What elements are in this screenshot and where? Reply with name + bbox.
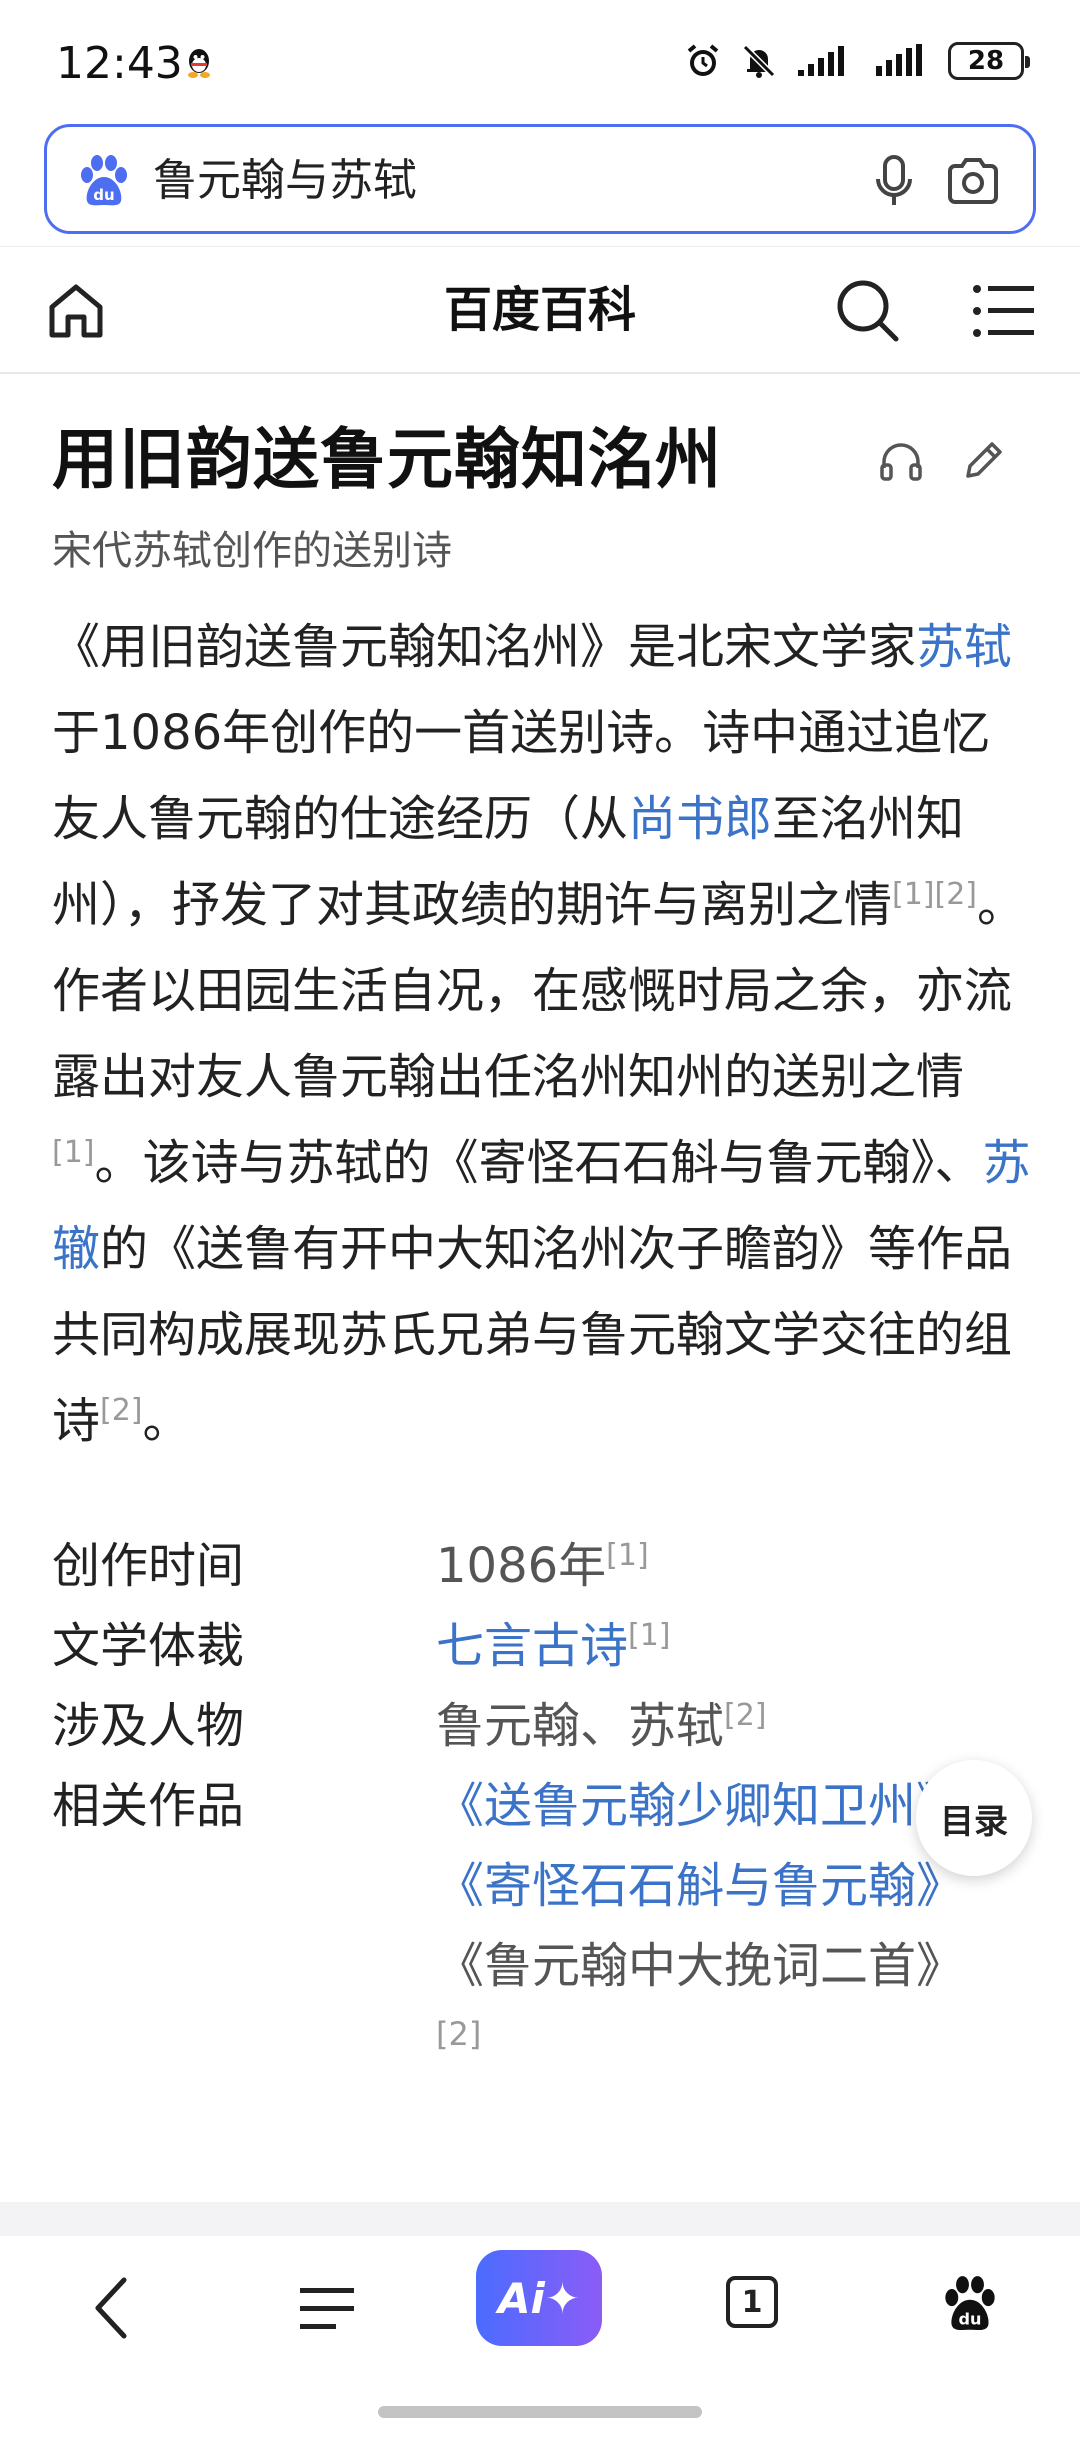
time-value: 1086年 — [436, 1538, 607, 1594]
svg-text:du: du — [93, 186, 114, 204]
signal-icon-2 — [876, 44, 922, 76]
menu-icon[interactable] — [972, 281, 1036, 341]
info-key: 相关作品 — [52, 1778, 245, 1834]
camera-icon[interactable] — [945, 155, 1001, 207]
reference-link[interactable]: [2] — [100, 1393, 143, 1428]
summary-text: 的《送鲁有开中大知洺州次子瞻韵》等作品共同构成展现苏氏兄弟与鲁元翰文学交往的组诗 — [52, 1221, 1013, 1449]
page-title: 百度百科 — [443, 282, 636, 338]
related-work-text: 《鲁元翰中大挽词二首》 — [436, 1938, 965, 1994]
info-key: 涉及人物 — [52, 1698, 245, 1754]
status-icons: 28 — [684, 42, 1030, 80]
qq-icon — [188, 49, 210, 78]
search-input[interactable]: 鲁元翰与苏轼 — [153, 151, 417, 211]
link-sushi[interactable]: 苏轼 — [916, 619, 1012, 675]
reference-link[interactable]: [1] — [52, 1135, 95, 1170]
back-icon[interactable] — [84, 2272, 140, 2344]
baike-header: 百度百科 — [0, 246, 1080, 374]
info-row-works: 相关作品 《送鲁元翰少卿知卫州》 《寄怪石石斛与鲁元翰》 《鲁元翰中大挽词二首》… — [52, 1766, 1037, 2062]
reference-link[interactable]: [2] — [436, 2006, 964, 2062]
related-work-link[interactable]: 《送鲁元翰少卿知卫州》 — [436, 1766, 964, 1846]
svg-text:du: du — [959, 2309, 982, 2328]
baidu-paw-icon: du — [81, 155, 127, 206]
info-value: 鲁元翰、苏轼[2] — [436, 1686, 767, 1766]
title-actions — [878, 438, 1006, 484]
info-value: 1086年[1] — [436, 1526, 649, 1606]
summary-text: 。 — [142, 1393, 191, 1449]
tabs-button[interactable]: 1 — [726, 2276, 778, 2328]
info-row-people: 涉及人物 鲁元翰、苏轼[2] — [52, 1686, 1037, 1766]
related-work-link[interactable]: 《寄怪石石斛与鲁元翰》 — [436, 1846, 964, 1926]
list-icon[interactable] — [298, 2282, 356, 2336]
headphones-icon[interactable] — [878, 438, 924, 484]
info-row-genre: 文学体裁 七言古诗[1] — [52, 1606, 1037, 1686]
people-value: 鲁元翰、苏轼 — [436, 1698, 725, 1754]
reference-link[interactable]: [1] — [606, 1538, 649, 1573]
info-key: 创作时间 — [52, 1538, 245, 1594]
status-bar: 12:43 28 — [0, 0, 1080, 120]
home-indicator[interactable] — [378, 2406, 702, 2418]
toc-button[interactable]: 目录 — [916, 1760, 1032, 1876]
reference-link[interactable]: [2] — [724, 1698, 767, 1733]
entry-content: 用旧韵送鲁元翰知洺州 宋代苏轼创作的送别诗 《用旧韵送鲁元翰知洺州》是北宋文学家… — [52, 410, 1042, 2062]
reference-link[interactable]: [1] — [628, 1618, 671, 1653]
search-bar[interactable]: du 鲁元翰与苏轼 — [44, 124, 1036, 234]
signal-icon-1 — [798, 46, 844, 76]
info-table: 创作时间 1086年[1] 文学体裁 七言古诗[1] 涉及人物 鲁元翰、苏轼[2… — [52, 1526, 1037, 2062]
entry-summary: 《用旧韵送鲁元翰知洺州》是北宋文学家苏轼于1086年创作的一首送别诗。诗中通过追… — [52, 604, 1037, 1464]
related-works-list: 《送鲁元翰少卿知卫州》 《寄怪石石斛与鲁元翰》 《鲁元翰中大挽词二首》 [2] — [436, 1766, 964, 2062]
genre-link[interactable]: 七言古诗 — [436, 1618, 628, 1674]
info-row-time: 创作时间 1086年[1] — [52, 1526, 1037, 1606]
section-divider — [0, 2202, 1080, 2236]
search-icon[interactable] — [834, 277, 900, 343]
bottom-nav: Ai✦ 1 du — [0, 2236, 1080, 2438]
entry-subtitle: 宋代苏轼创作的送别诗 — [52, 528, 452, 574]
info-key: 文学体裁 — [52, 1618, 245, 1674]
alarm-icon — [687, 44, 719, 76]
microphone-icon[interactable] — [873, 153, 915, 209]
info-value: 七言古诗[1] — [436, 1606, 671, 1686]
summary-text: 。该诗与苏轼的《寄怪石石斛与鲁元翰》、 — [94, 1135, 983, 1191]
status-time: 12:43 — [56, 38, 183, 89]
baidu-paw-icon[interactable]: du — [940, 2274, 1000, 2334]
ai-assistant-button[interactable]: Ai✦ — [476, 2250, 602, 2346]
summary-text: 《用旧韵送鲁元翰知洺州》是北宋文学家 — [52, 619, 917, 675]
link-shangshulang[interactable]: 尚书郎 — [628, 791, 772, 847]
edit-pencil-icon[interactable] — [960, 438, 1006, 484]
mute-icon — [742, 44, 776, 78]
battery-indicator: 28 — [948, 42, 1030, 80]
reference-link[interactable]: [1][2] — [892, 877, 977, 912]
